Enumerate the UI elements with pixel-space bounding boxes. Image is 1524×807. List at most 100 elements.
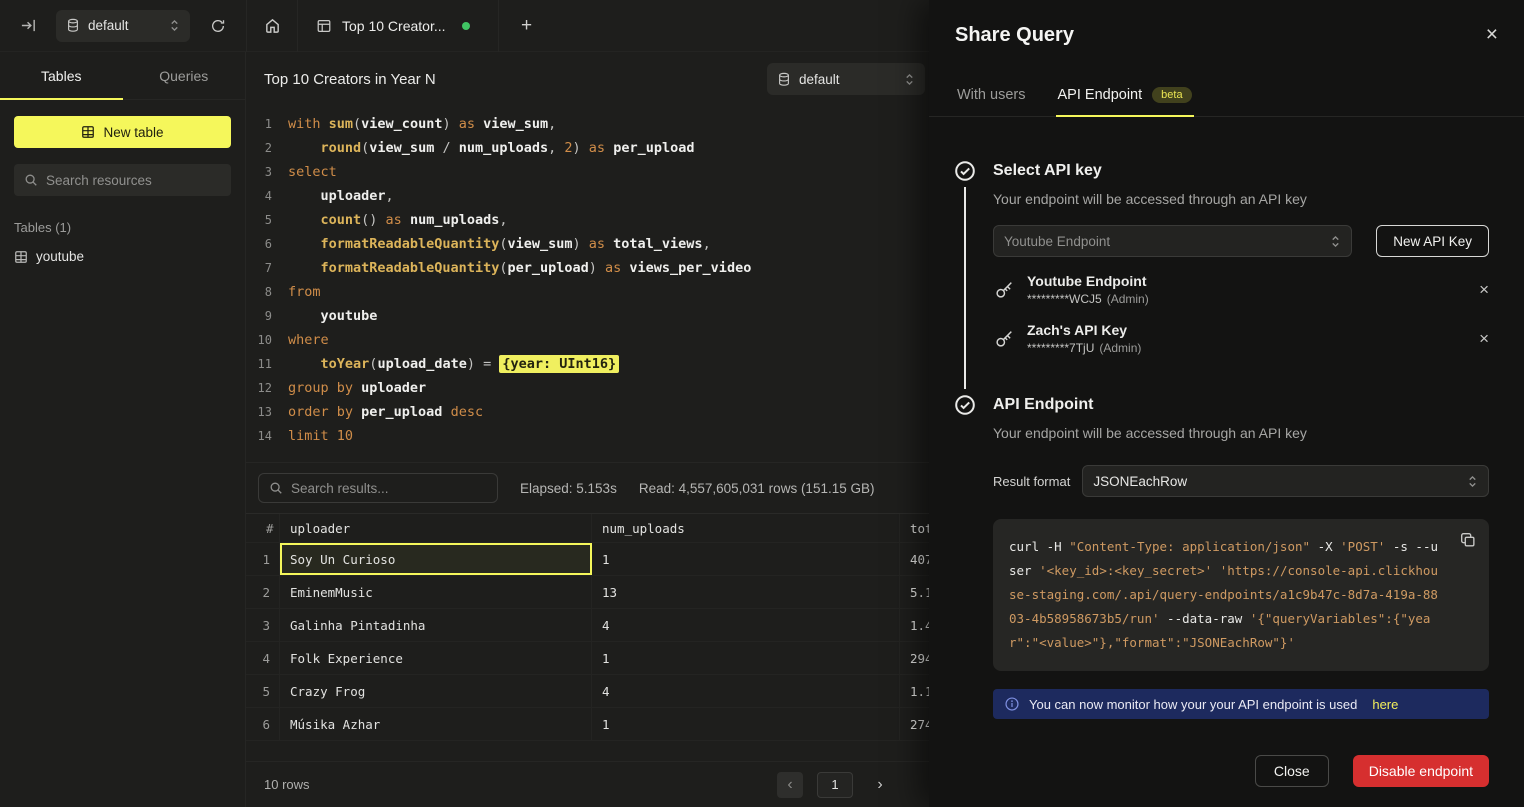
- table-header-row: #uploadernum_uploadstot: [246, 513, 929, 543]
- api-key-name: Youtube Endpoint: [1027, 273, 1467, 289]
- line-number: 9: [246, 304, 272, 328]
- copy-icon[interactable]: [1459, 531, 1477, 549]
- results-toolbar: Search results... Elapsed: 5.153s Read: …: [246, 463, 929, 513]
- page-number-input[interactable]: 1: [817, 772, 853, 798]
- table-cell[interactable]: 4: [246, 642, 280, 674]
- refresh-icon[interactable]: [204, 12, 232, 40]
- query-tab[interactable]: Top 10 Creator...: [298, 0, 498, 52]
- code-text: formatReadableQuantity(per_upload) as vi…: [288, 256, 751, 280]
- code-line: 11 toYear(upload_date) = {year: UInt16}: [246, 352, 929, 376]
- home-icon[interactable]: [258, 12, 286, 40]
- table-cell[interactable]: 294: [900, 642, 929, 674]
- table-cell[interactable]: 407: [900, 543, 929, 575]
- sidebar-table-item[interactable]: youtube: [0, 243, 245, 270]
- new-tab-button[interactable]: +: [499, 0, 554, 52]
- remove-key-icon[interactable]: ×: [1479, 329, 1489, 349]
- step-title: API Endpoint: [993, 395, 1489, 415]
- column-header[interactable]: tot: [900, 514, 929, 542]
- search-icon: [269, 481, 283, 495]
- table-cell[interactable]: Soy Un Curioso: [280, 543, 592, 575]
- sidebar: Tables Queries New table Search resource…: [0, 52, 246, 807]
- tab-api-endpoint[interactable]: API Endpoint beta: [1056, 81, 1194, 116]
- code-line: 12group by uploader: [246, 376, 929, 400]
- query-icon: [316, 18, 332, 34]
- new-table-button[interactable]: New table: [14, 116, 231, 148]
- table-cell[interactable]: 5.1: [900, 576, 929, 608]
- close-button[interactable]: Close: [1255, 755, 1329, 787]
- table-cell[interactable]: 2: [246, 576, 280, 608]
- step-title: Select API key: [993, 161, 1489, 181]
- table-cell[interactable]: 274: [900, 708, 929, 740]
- column-header[interactable]: uploader: [280, 514, 592, 542]
- table-cell[interactable]: 1: [246, 543, 280, 575]
- api-key-info: Youtube Endpoint*********WCJ5(Admin): [1027, 273, 1467, 306]
- table-cell[interactable]: Galinha Pintadinha: [280, 609, 592, 641]
- table-cell[interactable]: 4: [592, 609, 900, 641]
- code-line: 3 select: [246, 160, 929, 184]
- panel-footer: Close Disable endpoint: [929, 739, 1524, 807]
- table-cell[interactable]: 13: [592, 576, 900, 608]
- search-resources-placeholder: Search resources: [46, 173, 152, 188]
- table-cell[interactable]: 1.1: [900, 675, 929, 707]
- column-header[interactable]: #: [246, 514, 280, 542]
- api-key-masked: *********7TjU(Admin): [1027, 341, 1467, 355]
- code-text: select: [288, 160, 337, 184]
- table-cell[interactable]: 3: [246, 609, 280, 641]
- table-cell[interactable]: 6: [246, 708, 280, 740]
- close-icon[interactable]: ×: [1486, 24, 1498, 45]
- table-cell[interactable]: 1: [592, 543, 900, 575]
- table-cell[interactable]: Folk Experience: [280, 642, 592, 674]
- step-check-icon: [955, 161, 975, 181]
- table-cell[interactable]: 1: [592, 708, 900, 740]
- table-cell[interactable]: 1.4: [900, 609, 929, 641]
- info-icon: [1005, 697, 1019, 711]
- database-selector[interactable]: default: [56, 10, 190, 42]
- prev-page-icon[interactable]: ‹: [777, 772, 803, 798]
- remove-key-icon[interactable]: ×: [1479, 280, 1489, 300]
- line-number: 12: [246, 376, 272, 400]
- column-header[interactable]: num_uploads: [592, 514, 900, 542]
- curl-command: curl -H "Content-Type: application/json"…: [1009, 539, 1438, 650]
- api-key-select[interactable]: Youtube Endpoint: [993, 225, 1352, 257]
- table-row[interactable]: 4Folk Experience1294: [246, 642, 929, 675]
- table-cell[interactable]: EminemMusic: [280, 576, 592, 608]
- table-name: youtube: [36, 249, 84, 264]
- sidebar-toggle-icon[interactable]: [14, 12, 42, 40]
- table-cell[interactable]: Músika Azhar: [280, 708, 592, 740]
- api-key-item: Zach's API Key *********7TjU(Admin) ×: [993, 322, 1489, 355]
- elapsed-stat: Elapsed: 5.153s: [520, 481, 617, 496]
- table-row[interactable]: 5Crazy Frog41.1: [246, 675, 929, 708]
- table-row[interactable]: 3Galinha Pintadinha41.4: [246, 609, 929, 642]
- search-resources-input[interactable]: Search resources: [14, 164, 231, 196]
- tab-tables[interactable]: Tables: [0, 52, 123, 99]
- line-number: 2: [246, 136, 272, 160]
- code-text: where: [288, 328, 329, 352]
- new-api-key-button[interactable]: New API Key: [1376, 225, 1489, 257]
- tab-with-users[interactable]: With users: [955, 81, 1028, 116]
- sql-editor[interactable]: 1with sum(view_count) as view_sum,2 roun…: [246, 106, 929, 462]
- results-footer: 10 rows ‹ 1 ›: [246, 761, 929, 807]
- tab-queries[interactable]: Queries: [123, 52, 246, 99]
- monitor-link[interactable]: here: [1372, 697, 1398, 712]
- table-cell[interactable]: 1: [592, 642, 900, 674]
- table-row[interactable]: 2EminemMusic135.1: [246, 576, 929, 609]
- row-count: 10 rows: [264, 777, 310, 792]
- table-cell[interactable]: 5: [246, 675, 280, 707]
- next-page-icon[interactable]: ›: [867, 772, 893, 798]
- api-key-name: Zach's API Key: [1027, 322, 1467, 338]
- result-format-select[interactable]: JSONEachRow: [1082, 465, 1489, 497]
- editor-database-selector-value: default: [799, 72, 896, 87]
- editor-database-selector[interactable]: default: [767, 63, 925, 95]
- code-text: uploader,: [288, 184, 394, 208]
- sidebar-tabs: Tables Queries: [0, 52, 245, 100]
- table-row[interactable]: 6Músika Azhar1274: [246, 708, 929, 741]
- search-results-input[interactable]: Search results...: [258, 473, 498, 503]
- line-number: 8: [246, 280, 272, 304]
- disable-endpoint-button[interactable]: Disable endpoint: [1353, 755, 1489, 787]
- line-number: 3: [246, 160, 272, 184]
- api-key-select-value: Youtube Endpoint: [1004, 234, 1110, 249]
- table-row[interactable]: 1Soy Un Curioso1407: [246, 543, 929, 576]
- query-title: Top 10 Creators in Year N: [264, 71, 436, 88]
- table-cell[interactable]: Crazy Frog: [280, 675, 592, 707]
- table-cell[interactable]: 4: [592, 675, 900, 707]
